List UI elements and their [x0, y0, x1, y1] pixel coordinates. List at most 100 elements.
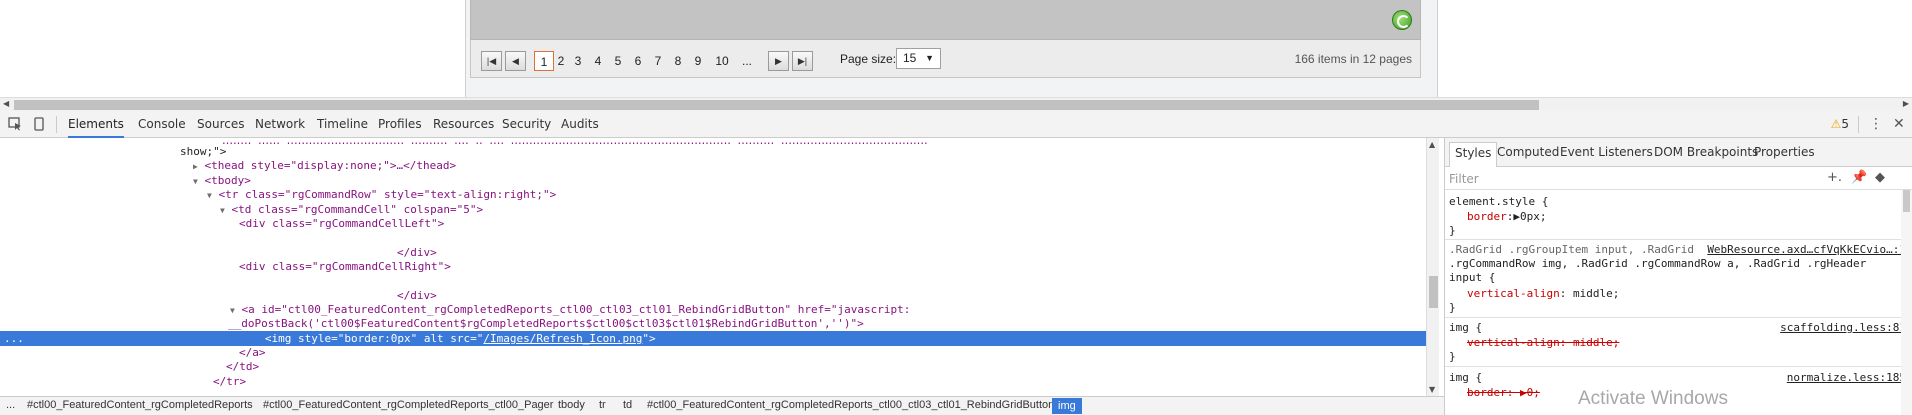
dom-tree-scrollbar[interactable]: ▲ ▼ — [1426, 138, 1439, 396]
dom-line[interactable]: <div class="rgCommandCellRight"> — [0, 259, 1426, 274]
overridden-property[interactable]: vertical-align: middle; — [1467, 336, 1619, 350]
device-mode-icon[interactable] — [34, 117, 49, 131]
dom-line-selected[interactable]: ... <img style="border:0px" alt src="/Ima… — [0, 331, 1426, 346]
breadcrumb-item[interactable]: tbody — [554, 399, 589, 411]
style-property[interactable]: vertical-align: middle; — [1467, 287, 1619, 301]
dom-line[interactable]: ▶ <thead style="display:none;">…</thead> — [0, 158, 1426, 173]
next-page-button[interactable]: ▶ — [768, 51, 789, 71]
page-number[interactable]: 6 — [630, 51, 646, 71]
scroll-down-icon[interactable]: ▼ — [1429, 385, 1435, 394]
pin-icon[interactable]: 📌 — [1851, 170, 1867, 185]
last-page-button[interactable]: ▶| — [792, 51, 813, 71]
grid-pager: |◀ ◀ 1 2 3 4 5 6 7 8 9 10 ... ▶ ▶| Page … — [470, 40, 1421, 78]
dom-text: show;"> — [180, 145, 227, 158]
style-rule-selector: img { — [1449, 321, 1483, 334]
dom-node: </td> — [226, 360, 260, 373]
inspect-element-icon[interactable] — [8, 117, 23, 131]
breadcrumb-item[interactable]: tr — [595, 399, 610, 411]
tab-elements[interactable]: Elements — [68, 111, 124, 138]
page-number[interactable]: 5 — [610, 51, 626, 71]
page-number[interactable]: 10 — [714, 51, 730, 71]
dom-line[interactable]: </div> — [0, 245, 1426, 260]
dom-node: <tbody> — [204, 174, 251, 187]
dom-line[interactable]: __doPostBack('ctl00$FeaturedContent$rgCo… — [0, 316, 1426, 331]
dom-tree-panel[interactable]: ‥‥‥‥ ‥‥‥ ‥‥‥‥‥‥‥‥‥‥‥‥‥‥‥‥ ‥‥‥‥‥ ‥‥ ‥ ‥‥ … — [0, 138, 1426, 396]
collapse-arrow-icon[interactable]: ▼ — [193, 177, 198, 186]
dom-node: "> — [642, 332, 656, 345]
tab-event-listeners[interactable]: Event Listeners — [1560, 145, 1653, 159]
styles-scrollbar[interactable] — [1901, 190, 1912, 415]
tab-network[interactable]: Network — [255, 111, 305, 138]
tab-properties[interactable]: Properties — [1754, 145, 1815, 159]
tab-timeline[interactable]: Timeline — [317, 111, 368, 138]
dom-line[interactable]: </tr> — [0, 374, 1426, 389]
scrollbar-thumb[interactable] — [1903, 190, 1910, 212]
style-property[interactable]: border:▶0px; — [1467, 210, 1547, 224]
dom-line[interactable]: ▼ <tbody> — [0, 173, 1426, 188]
dom-line[interactable]: show;"> — [0, 144, 1426, 159]
collapse-arrow-icon[interactable]: ▼ — [220, 206, 225, 215]
chevron-down-icon: ▼ — [925, 53, 934, 63]
dom-line[interactable]: <div class="rgCommandCellLeft"> — [0, 216, 1426, 231]
page-number[interactable]: 8 — [670, 51, 686, 71]
page-number[interactable]: 4 — [590, 51, 606, 71]
breadcrumb-ellipsis[interactable]: ... — [2, 399, 19, 411]
refresh-icon[interactable] — [1392, 10, 1412, 30]
page-number-current[interactable]: 1 — [534, 51, 554, 71]
warning-counter[interactable]: ⚠5 — [1831, 117, 1849, 131]
close-icon[interactable]: ✕ — [1893, 116, 1905, 132]
property-name: vertical-align — [1467, 287, 1560, 300]
image-src-link[interactable]: /Images/Refresh_Icon.png — [483, 332, 642, 345]
style-source-link[interactable]: scaffolding.less:81 — [1780, 321, 1906, 334]
scroll-left-icon[interactable]: ◀ — [3, 99, 9, 108]
style-source-link[interactable]: normalize.less:185 — [1787, 371, 1906, 384]
style-source-link[interactable]: WebResource.axd…cfVqKkECvio…:1 — [1707, 243, 1906, 256]
styles-filter[interactable]: Filter +. 📌 ◆ — [1445, 167, 1912, 190]
rule-close: } — [1449, 301, 1456, 314]
color-format-icon[interactable]: ◆ — [1875, 170, 1885, 185]
expand-arrow-icon[interactable]: ▶ — [1513, 210, 1520, 223]
dom-node: <div class="rgCommandCellRight"> — [239, 260, 451, 273]
page-number[interactable]: 3 — [570, 51, 586, 71]
dom-line[interactable]: </div> — [0, 288, 1426, 303]
filter-input[interactable]: Filter — [1449, 172, 1479, 186]
previous-page-button[interactable]: ◀ — [505, 51, 526, 71]
scroll-up-icon[interactable]: ▲ — [1429, 140, 1435, 149]
collapse-arrow-icon[interactable]: ▼ — [230, 306, 235, 315]
tab-dom-breakpoints[interactable]: DOM Breakpoints — [1654, 145, 1758, 159]
tab-computed[interactable]: Computed — [1497, 145, 1559, 159]
breadcrumb-item[interactable]: td — [619, 399, 636, 411]
page-horizontal-scrollbar[interactable]: ◀ ▶ — [0, 97, 1912, 111]
scrollbar-thumb[interactable] — [14, 100, 1539, 110]
style-rule-selector: input { — [1449, 271, 1496, 284]
breadcrumb-item[interactable]: #ctl00_FeaturedContent_rgCompletedReport… — [643, 399, 1058, 411]
page-number[interactable]: 7 — [650, 51, 666, 71]
page-number[interactable]: 2 — [553, 51, 569, 71]
scrollbar-thumb[interactable] — [1429, 276, 1438, 308]
tab-styles[interactable]: Styles — [1449, 142, 1498, 167]
new-style-rule-icon[interactable]: +. — [1827, 170, 1842, 185]
first-page-button[interactable]: |◀ — [481, 51, 502, 71]
collapse-arrow-icon[interactable]: ▼ — [207, 191, 212, 200]
page-number[interactable]: 9 — [690, 51, 706, 71]
dom-line[interactable]: ▼ <tr class="rgCommandRow" style="text-a… — [0, 187, 1426, 202]
tab-resources[interactable]: Resources — [433, 111, 494, 138]
more-options-icon[interactable]: ⋮ — [1869, 116, 1883, 132]
overridden-property[interactable]: border: ▶0; — [1467, 386, 1540, 400]
scroll-right-icon[interactable]: ▶ — [1903, 99, 1909, 108]
tab-console[interactable]: Console — [138, 111, 186, 138]
tab-profiles[interactable]: Profiles — [378, 111, 422, 138]
tab-audits[interactable]: Audits — [561, 111, 599, 138]
dom-line[interactable]: </td> — [0, 359, 1426, 374]
tab-sources[interactable]: Sources — [197, 111, 244, 138]
tab-security[interactable]: Security — [502, 111, 551, 138]
page-size-select[interactable]: 15 ▼ — [896, 48, 941, 69]
breadcrumb-item-current[interactable]: img — [1052, 398, 1082, 414]
dom-line[interactable]: ▼ <td class="rgCommandCell" colspan="5"> — [0, 202, 1426, 217]
dom-line[interactable]: ▼ <a id="ctl00_FeaturedContent_rgComplet… — [0, 302, 1426, 317]
breadcrumb-item[interactable]: #ctl00_FeaturedContent_rgCompletedReport… — [23, 399, 257, 411]
page-ellipsis[interactable]: ... — [739, 51, 755, 71]
breadcrumb-item[interactable]: #ctl00_FeaturedContent_rgCompletedReport… — [259, 399, 557, 411]
dom-line[interactable]: </a> — [0, 345, 1426, 360]
expand-arrow-icon[interactable]: ▶ — [193, 162, 198, 171]
